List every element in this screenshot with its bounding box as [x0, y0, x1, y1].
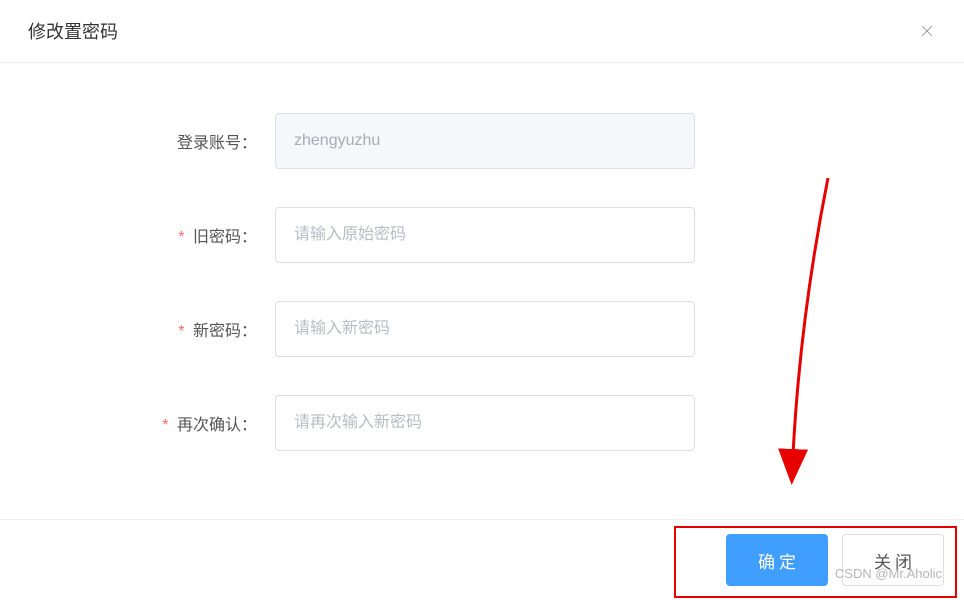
old-password-label: * 旧密码： — [40, 223, 275, 247]
new-password-input[interactable] — [275, 301, 695, 357]
modal-footer: 确定 关闭 — [0, 519, 964, 600]
account-label-text: 登录账号： — [177, 135, 257, 152]
new-password-row: * 新密码： — [40, 301, 924, 357]
modal-header: 修改置密码 — [0, 0, 964, 63]
old-password-label-text: 旧密码： — [193, 229, 257, 246]
confirm-password-row: * 再次确认： — [40, 395, 924, 451]
required-star: * — [178, 229, 184, 246]
account-label: 登录账号： — [40, 129, 275, 153]
confirm-button[interactable]: 确定 — [726, 534, 828, 586]
change-password-modal: 修改置密码 登录账号： * 旧密码： * 新密码： — [0, 0, 964, 589]
modal-title: 修改置密码 — [28, 18, 118, 44]
account-row: 登录账号： — [40, 113, 924, 169]
new-password-label-text: 新密码： — [193, 323, 257, 340]
required-star: * — [178, 323, 184, 340]
confirm-password-label-text: 再次确认： — [177, 417, 257, 434]
confirm-password-input[interactable] — [275, 395, 695, 451]
required-star: * — [162, 417, 168, 434]
close-icon[interactable] — [918, 22, 936, 40]
confirm-password-label: * 再次确认： — [40, 411, 275, 435]
modal-body: 登录账号： * 旧密码： * 新密码： * 再次确认： — [0, 63, 964, 519]
account-input — [275, 113, 695, 169]
old-password-row: * 旧密码： — [40, 207, 924, 263]
close-button[interactable]: 关闭 — [842, 534, 944, 586]
old-password-input[interactable] — [275, 207, 695, 263]
new-password-label: * 新密码： — [40, 317, 275, 341]
